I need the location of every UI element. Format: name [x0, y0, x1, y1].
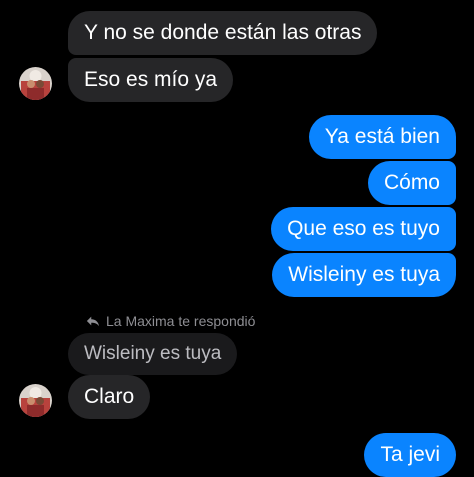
contact-avatar[interactable] — [19, 384, 52, 417]
reply-indicator: La Maxima te respondió — [86, 310, 255, 332]
avatar-photo-icon — [19, 384, 52, 417]
chat-thread: Y no se donde están las otras Eso es mío… — [0, 0, 474, 477]
incoming-message-bubble[interactable]: Y no se donde están las otras — [68, 11, 378, 55]
outgoing-message-bubble[interactable]: Cómo — [367, 161, 456, 205]
incoming-message-bubble[interactable]: Claro — [68, 375, 151, 419]
avatar-photo-icon — [19, 67, 52, 100]
outgoing-message-bubble[interactable]: Que eso es tuyo — [271, 207, 456, 251]
incoming-message-bubble[interactable]: Eso es mío ya — [68, 58, 234, 102]
reply-note-text: La Maxima te respondió — [106, 313, 256, 329]
quoted-message-bubble[interactable]: Wisleiny es tuya — [68, 333, 238, 375]
outgoing-message-bubble[interactable]: Ta jevi — [364, 433, 456, 477]
outgoing-message-bubble[interactable]: Ya está bien — [308, 115, 456, 159]
contact-avatar[interactable] — [19, 67, 52, 100]
outgoing-message-bubble[interactable]: Wisleiny es tuya — [272, 253, 456, 297]
reply-arrow-icon — [86, 316, 100, 327]
